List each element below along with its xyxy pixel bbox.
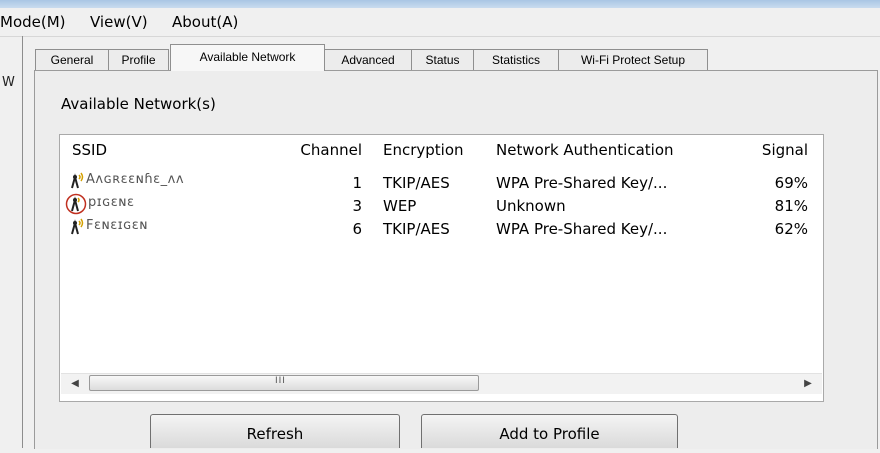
menu-mode[interactable]: Mode(M)	[0, 13, 66, 31]
tab-available-network[interactable]: Available Network	[170, 44, 325, 71]
signal-cell: 69%	[774, 174, 808, 192]
refresh-button[interactable]: Refresh	[150, 414, 400, 448]
add-to-profile-button[interactable]: Add to Profile	[421, 414, 678, 448]
tab-wifi-protect-setup[interactable]: Wi-Fi Protect Setup	[558, 49, 708, 70]
signal-cell: 62%	[774, 220, 808, 238]
left-pane-fragment: W	[2, 75, 15, 90]
channel-cell: 1	[352, 174, 362, 192]
channel-cell: 3	[352, 197, 362, 215]
scroll-left-icon[interactable]: ◀	[67, 376, 83, 392]
channel-cell: 6	[352, 220, 362, 238]
ssid-cell: Fɛɴɛɪɢɛɴ	[86, 218, 149, 233]
tab-status[interactable]: Status	[411, 49, 474, 70]
tab-advanced[interactable]: Advanced	[324, 49, 412, 70]
tab-statistics[interactable]: Statistics	[473, 49, 559, 70]
available-networks-label: Available Network(s)	[61, 95, 216, 113]
wifi-signal-icon	[71, 218, 84, 235]
column-header-ssid[interactable]: SSID	[72, 141, 107, 159]
encryption-cell: TKIP/AES	[383, 220, 450, 238]
column-header-channel[interactable]: Channel	[250, 141, 362, 159]
ssid-cell: pɪɢɛɴɛ	[88, 195, 135, 210]
menu-bar: Mode(M) View(V) About(A)	[0, 8, 880, 37]
auth-cell: Unknown	[496, 197, 566, 215]
left-divider	[22, 36, 23, 448]
scrollbar-grip: III	[275, 376, 286, 386]
tab-general[interactable]: General	[35, 49, 109, 70]
encryption-cell: WEP	[383, 197, 417, 215]
column-header-signal[interactable]: Signal	[740, 141, 808, 159]
column-header-encryption[interactable]: Encryption	[383, 141, 464, 159]
menu-about[interactable]: About(A)	[172, 13, 238, 31]
encryption-cell: TKIP/AES	[383, 174, 450, 192]
auth-cell: WPA Pre-Shared Key/...	[496, 220, 668, 238]
scrollbar-thumb[interactable]: III	[89, 375, 479, 391]
connected-network-icon	[65, 193, 87, 215]
tab-profile[interactable]: Profile	[108, 49, 169, 70]
menu-view[interactable]: View(V)	[90, 13, 148, 31]
ssid-cell: Aʌɢʀɛɛɴɦɛ_ʌʌ	[86, 172, 185, 187]
column-header-network-authentication[interactable]: Network Authentication	[496, 141, 674, 159]
horizontal-scrollbar[interactable]: ◀ III ▶	[61, 373, 822, 394]
window-title-strip	[0, 0, 880, 8]
wifi-signal-icon	[71, 172, 84, 189]
scroll-right-icon[interactable]: ▶	[800, 376, 816, 392]
auth-cell: WPA Pre-Shared Key/...	[496, 174, 668, 192]
signal-cell: 81%	[774, 197, 808, 215]
